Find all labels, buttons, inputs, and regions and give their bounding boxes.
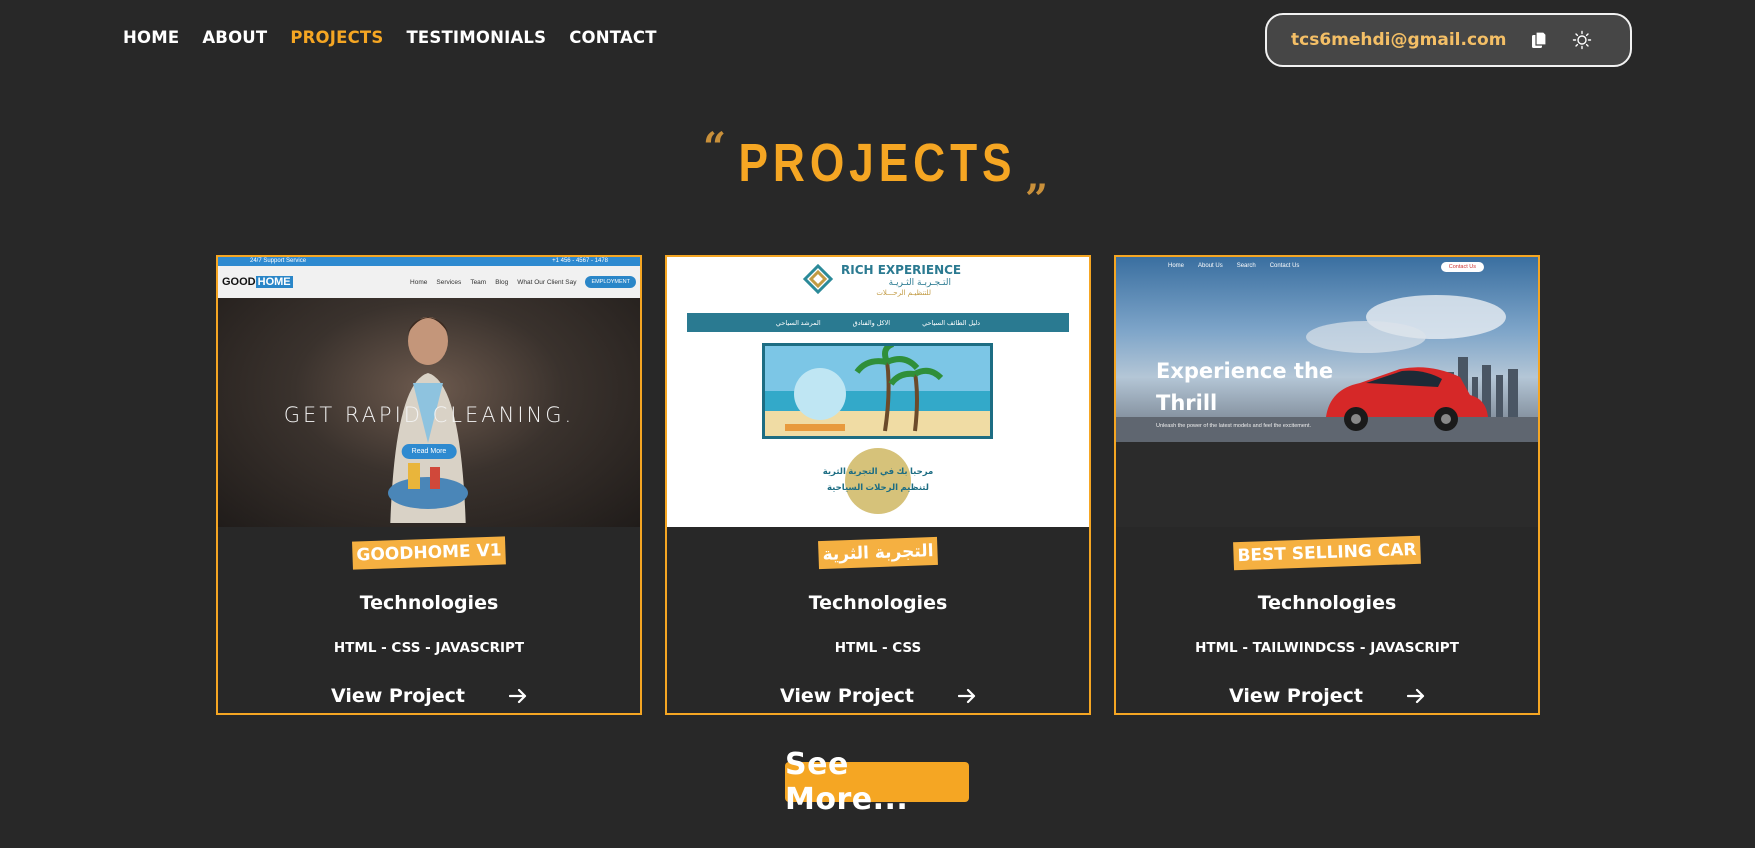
project-preview-rich-experience[interactable]: RICH EXPERIENCE التـجـربـة الثـريـة للتن… <box>667 257 1089 527</box>
close-quote-icon: ” <box>1025 176 1049 223</box>
view-project-button[interactable]: View Project <box>218 685 640 707</box>
technologies-heading: Technologies <box>808 592 948 614</box>
nav-testimonials[interactable]: TESTIMONIALS <box>406 28 546 47</box>
technologies-heading: Technologies <box>359 592 499 614</box>
svg-text:التـجـربـة الثـريـة: التـجـربـة الثـريـة <box>889 278 951 288</box>
technologies-heading: Technologies <box>1257 592 1397 614</box>
svg-text:للتنظيـم الرحـــلات: للتنظيـم الرحـــلات <box>876 289 931 297</box>
rich-experience-logo: RICH EXPERIENCE التـجـربـة الثـريـة للتن… <box>802 263 961 297</box>
email-link[interactable]: tcs6mehdi@gmail.com <box>1291 30 1506 50</box>
view-project-button[interactable]: View Project <box>1116 685 1538 707</box>
technologies-list: HTML - TAILWINDCSS - JAVASCRIPT <box>1195 640 1459 656</box>
project-preview-goodhome[interactable]: 24/7 Support Service +1 456 - 4567 - 147… <box>218 257 640 527</box>
project-name-badge: GOODHOME V1 <box>352 536 506 570</box>
arrow-right-icon <box>1407 688 1425 704</box>
sun-icon[interactable] <box>1569 27 1595 53</box>
goodhome-logo: GOOD HOME <box>222 276 293 288</box>
project-name-badge: BEST SELLING CAR <box>1233 535 1421 571</box>
nav-about[interactable]: ABOUT <box>202 28 267 47</box>
copy-icon[interactable] <box>1526 27 1552 53</box>
nav-projects[interactable]: PROJECTS <box>290 28 383 47</box>
main-nav: HOME ABOUT PROJECTS TESTIMONIALS CONTACT <box>123 28 657 47</box>
arrow-right-icon <box>958 688 976 704</box>
see-more-button[interactable]: See More... <box>785 747 969 817</box>
arrow-right-icon <box>509 688 527 704</box>
nav-home[interactable]: HOME <box>123 28 179 47</box>
view-project-button[interactable]: View Project <box>667 685 1089 707</box>
project-card-goodhome: 24/7 Support Service +1 456 - 4567 - 147… <box>216 255 642 715</box>
nav-contact[interactable]: CONTACT <box>569 28 656 47</box>
contact-pill: tcs6mehdi@gmail.com <box>1265 13 1632 67</box>
technologies-list: HTML - CSS <box>834 640 922 656</box>
svg-text:RICH EXPERIENCE: RICH EXPERIENCE <box>841 263 961 277</box>
section-title: PROJECTS <box>738 133 1017 193</box>
project-card-rich-experience: RICH EXPERIENCE التـجـربـة الثـريـة للتن… <box>665 255 1091 715</box>
technologies-list: HTML - CSS - JAVASCRIPT <box>333 640 525 656</box>
project-name-badge: التجربة الثرية <box>818 536 938 570</box>
project-card-best-selling-car: Home About Us Search Contact Us Contact … <box>1114 255 1540 715</box>
beach-banner-image <box>762 341 993 439</box>
project-preview-best-selling-car[interactable]: Home About Us Search Contact Us Contact … <box>1116 257 1538 527</box>
